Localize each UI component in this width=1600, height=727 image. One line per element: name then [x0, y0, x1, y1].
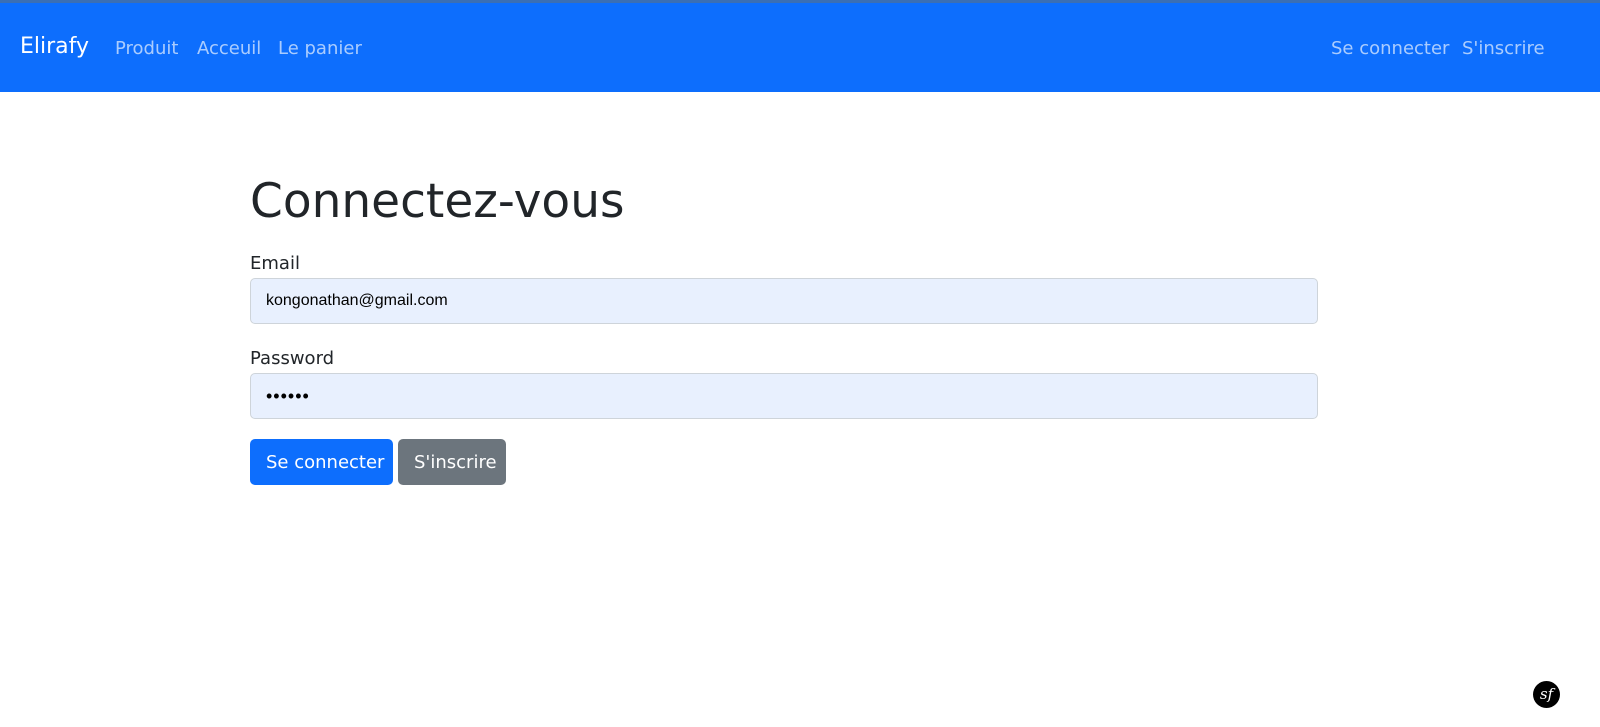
nav-link-register[interactable]: S'inscrire: [1462, 37, 1545, 61]
password-input[interactable]: [250, 373, 1318, 419]
symfony-icon[interactable]: sf: [1533, 681, 1560, 708]
login-button[interactable]: Se connecter: [250, 439, 393, 485]
register-button[interactable]: S'inscrire: [398, 439, 506, 485]
nav-link-panier[interactable]: Le panier: [278, 37, 362, 61]
password-label: Password: [250, 348, 335, 369]
email-input[interactable]: [250, 278, 1318, 324]
nav-link-login[interactable]: Se connecter: [1331, 37, 1449, 61]
nav-link-acceuil[interactable]: Acceuil: [197, 37, 261, 61]
nav-link-produit[interactable]: Produit: [115, 37, 178, 61]
page-title: Connectez-vous: [250, 174, 625, 229]
email-label: Email: [250, 253, 300, 274]
navbar: Elirafy Produit Acceuil Le panier Se con…: [0, 3, 1600, 92]
navbar-brand[interactable]: Elirafy: [20, 33, 89, 61]
